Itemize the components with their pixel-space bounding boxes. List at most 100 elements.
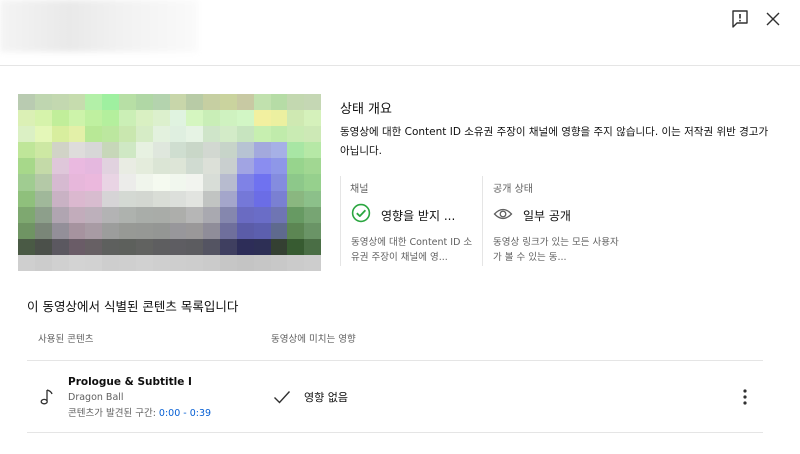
thumbnail-pixel: [102, 254, 119, 271]
thumbnail-pixel: [270, 190, 288, 207]
thumbnail-pixel: [51, 206, 69, 223]
thumbnail-pixel: [85, 222, 103, 239]
thumbnail-pixel: [18, 190, 35, 207]
thumbnail-pixel: [51, 94, 69, 111]
close-icon[interactable]: [762, 8, 784, 30]
thumbnail-pixel: [68, 94, 86, 111]
thumbnail-pixel: [102, 94, 119, 111]
thumbnail-pixel: [203, 254, 220, 271]
thumbnail-pixel: [34, 206, 52, 223]
thumbnail-pixel: [152, 206, 170, 223]
thumbnail-pixel: [102, 142, 119, 159]
thumbnail-pixel: [68, 238, 86, 255]
thumbnail-pixel: [119, 238, 136, 255]
thumbnail-pixel: [236, 222, 254, 239]
thumbnail-pixel: [68, 190, 86, 207]
thumbnail-pixel: [34, 158, 52, 175]
thumbnail-pixel: [51, 254, 69, 271]
thumbnail-pixel: [287, 158, 305, 175]
thumbnail-pixel: [287, 190, 305, 207]
thumbnail-pixel: [270, 206, 288, 223]
dialog-header: [0, 0, 800, 66]
thumbnail-pixel: [85, 142, 103, 159]
checkmark-icon: [273, 389, 291, 405]
thumbnail-pixel: [253, 222, 271, 239]
thumbnail-pixel: [169, 158, 187, 175]
thumbnail-pixel: [186, 158, 204, 175]
thumbnail-pixel: [203, 190, 220, 207]
thumbnail-pixel: [304, 190, 321, 207]
thumbnail-pixel: [287, 94, 305, 111]
thumbnail-pixel: [287, 126, 305, 143]
found-time-link[interactable]: 0:00 - 0:39: [159, 408, 211, 419]
thumbnail-pixel: [169, 142, 187, 159]
thumbnail-pixel: [68, 206, 86, 223]
thumbnail-pixel: [18, 254, 35, 271]
thumbnail-pixel: [304, 142, 321, 159]
thumbnail-pixel: [253, 174, 271, 191]
thumbnail-pixel: [102, 238, 119, 255]
thumbnail-pixel: [85, 206, 103, 223]
thumbnail-pixel: [85, 94, 103, 111]
channel-status: 영향을 받지 ...: [351, 203, 455, 227]
thumbnail-pixel: [102, 126, 119, 143]
thumbnail-pixel: [152, 158, 170, 175]
thumbnail-pixel: [186, 190, 204, 207]
thumbnail-pixel: [102, 206, 119, 223]
thumbnail-pixel: [287, 142, 305, 159]
thumbnail-pixel: [34, 190, 52, 207]
thumbnail-pixel: [51, 190, 69, 207]
thumbnail-pixel: [203, 110, 220, 127]
thumbnail-pixel: [236, 158, 254, 175]
thumbnail-pixel: [152, 190, 170, 207]
thumbnail-pixel: [270, 174, 288, 191]
thumbnail-pixel: [119, 110, 136, 127]
more-vert-icon[interactable]: [733, 385, 757, 409]
thumbnail-pixel: [186, 174, 204, 191]
thumbnail-pixel: [270, 254, 288, 271]
thumbnail-pixel: [152, 174, 170, 191]
thumbnail-pixel: [186, 142, 204, 159]
thumbnail-pixel: [186, 110, 204, 127]
report-flag-icon[interactable]: [729, 8, 751, 30]
thumbnail-pixel: [253, 142, 271, 159]
found-segment-label: 콘텐츠가 발견된 구간:: [68, 408, 159, 419]
thumbnail-pixel: [304, 174, 321, 191]
thumbnail-pixel: [236, 254, 254, 271]
thumbnail-pixel: [169, 190, 187, 207]
thumbnail-pixel: [102, 158, 119, 175]
thumbnail-pixel: [152, 110, 170, 127]
video-thumbnail: [18, 94, 321, 271]
check-circle-icon: [351, 203, 371, 227]
thumbnail-pixel: [287, 206, 305, 223]
thumbnail-pixel: [253, 206, 271, 223]
thumbnail-pixel: [18, 142, 35, 159]
thumbnail-pixel: [304, 238, 321, 255]
column-header-used-content: 사용된 콘텐츠: [38, 334, 94, 345]
thumbnail-pixel: [68, 174, 86, 191]
thumbnail-pixel: [34, 222, 52, 239]
thumbnail-pixel: [220, 238, 237, 255]
thumbnail-pixel: [304, 254, 321, 271]
thumbnail-pixel: [152, 142, 170, 159]
divider: [27, 432, 763, 433]
thumbnail-pixel: [51, 174, 69, 191]
thumbnail-pixel: [85, 238, 103, 255]
thumbnail-pixel: [270, 222, 288, 239]
thumbnail-pixel: [253, 238, 271, 255]
thumbnail-pixel: [85, 126, 103, 143]
thumbnail-pixel: [270, 238, 288, 255]
thumbnail-pixel: [220, 94, 237, 111]
thumbnail-pixel: [34, 110, 52, 127]
thumbnail-pixel: [34, 94, 52, 111]
thumbnail-pixel: [119, 174, 136, 191]
thumbnail-pixel: [270, 158, 288, 175]
thumbnail-pixel: [119, 190, 136, 207]
thumbnail-pixel: [152, 94, 170, 111]
thumbnail-pixel: [68, 126, 86, 143]
thumbnail-pixel: [236, 190, 254, 207]
thumbnail-pixel: [287, 254, 305, 271]
thumbnail-pixel: [203, 126, 220, 143]
thumbnail-pixel: [169, 238, 187, 255]
thumbnail-pixel: [236, 110, 254, 127]
